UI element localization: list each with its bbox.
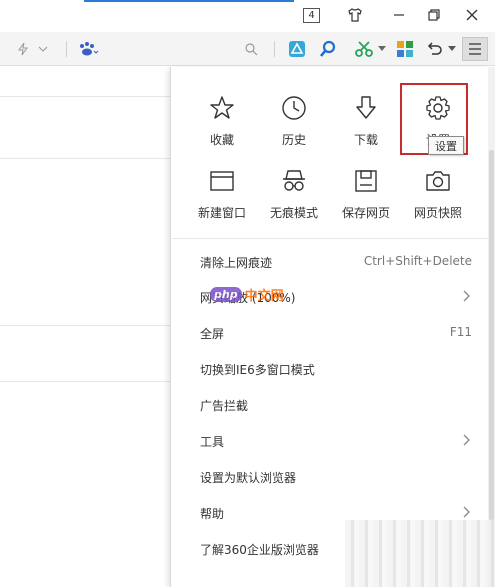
menu-save-page[interactable]: 保存网页 <box>330 167 402 231</box>
chevron-right-icon <box>463 506 470 518</box>
restore-icon[interactable] <box>421 4 447 26</box>
skin-icon[interactable] <box>342 4 368 26</box>
active-tab-indicator <box>84 0 294 2</box>
apps-grid-icon[interactable] <box>395 39 415 59</box>
tab-count-badge[interactable]: 4 <box>303 8 320 23</box>
chevron-down-icon[interactable] <box>446 39 458 59</box>
clock-icon <box>282 96 306 120</box>
pixelated-patch <box>345 520 495 587</box>
menu-save-page-label: 保存网页 <box>341 206 390 220</box>
menu-item-label: 工具 <box>200 435 225 449</box>
menu-incognito[interactable]: 无痕模式 <box>258 167 330 231</box>
scissors-icon[interactable] <box>354 39 374 59</box>
menu-item-ie6-mode[interactable]: 切换到IE6多窗口模式 <box>200 359 480 379</box>
watermark-text: 中文网 <box>244 288 284 304</box>
baidu-paw-icon[interactable] <box>75 39 101 59</box>
scrollbar-thumb[interactable] <box>489 150 494 520</box>
menu-divider <box>170 238 488 239</box>
minimize-icon[interactable] <box>386 4 412 26</box>
chevron-right-icon <box>463 434 470 446</box>
menu-snapshot-label: 网页快照 <box>413 206 462 220</box>
toolbar-divider <box>66 41 67 57</box>
menu-item-label: 广告拦截 <box>200 399 249 413</box>
chevron-down-icon[interactable] <box>36 39 50 59</box>
chevron-right-icon <box>463 290 470 302</box>
site-watermark: php 中文网 <box>210 283 284 305</box>
menu-new-window[interactable]: 新建窗口 <box>186 167 258 231</box>
menu-item-label: 切换到IE6多窗口模式 <box>200 363 315 377</box>
lightning-icon[interactable] <box>14 39 32 59</box>
title-bar: 4 <box>0 0 495 32</box>
magnifier-icon[interactable] <box>318 39 338 59</box>
menu-incognito-label: 无痕模式 <box>269 206 318 220</box>
menu-download-label: 下载 <box>353 133 378 147</box>
menu-history[interactable]: 历史 <box>258 94 330 158</box>
undo-icon[interactable] <box>425 39 445 59</box>
toolbar-divider <box>274 41 275 57</box>
menu-favorites[interactable]: 收藏 <box>186 94 258 158</box>
menu-download[interactable]: 下载 <box>330 94 402 158</box>
settings-tooltip: 设置 <box>428 136 464 155</box>
chevron-down-icon[interactable] <box>376 39 388 59</box>
menu-item-label: 设置为默认浏览器 <box>200 471 297 485</box>
page-divider <box>0 381 170 382</box>
menu-snapshot[interactable]: 网页快照 <box>402 167 474 231</box>
page-divider <box>0 96 170 97</box>
search-icon[interactable] <box>242 39 260 59</box>
menu-favorites-label: 收藏 <box>209 133 234 147</box>
menu-item-default-browser[interactable]: 设置为默认浏览器 <box>200 467 480 487</box>
menu-new-window-label: 新建窗口 <box>197 206 246 220</box>
menu-item-label: 全屏 <box>200 327 225 341</box>
menu-button[interactable] <box>462 37 488 61</box>
incognito-icon <box>283 170 305 191</box>
star-icon <box>210 96 234 119</box>
page-divider <box>0 325 170 326</box>
menu-item-label: 清除上网痕迹 <box>200 256 273 270</box>
menu-item-shortcut: Ctrl+Shift+Delete <box>363 254 472 268</box>
page-divider <box>0 158 170 159</box>
watermark-badge: php <box>210 286 242 302</box>
camera-icon <box>426 171 450 191</box>
menu-icon <box>469 43 481 55</box>
download-icon <box>356 96 376 119</box>
menu-item-label: 了解360企业版浏览器 <box>200 543 319 557</box>
close-icon[interactable] <box>459 4 485 26</box>
cloud-drive-icon[interactable] <box>287 39 307 59</box>
new-window-icon <box>210 171 234 191</box>
menu-item-label: 帮助 <box>200 507 225 521</box>
toolbar <box>0 32 495 66</box>
menu-item-fullscreen[interactable]: 全屏 F11 <box>200 323 480 343</box>
menu-history-label: 历史 <box>281 133 306 147</box>
menu-item-clear-traces[interactable]: 清除上网痕迹 Ctrl+Shift+Delete <box>200 252 480 272</box>
save-icon <box>355 170 377 192</box>
menu-item-adblock[interactable]: 广告拦截 <box>200 395 480 415</box>
menu-item-tools[interactable]: 工具 <box>200 431 480 451</box>
menu-item-shortcut: F11 <box>449 325 472 339</box>
